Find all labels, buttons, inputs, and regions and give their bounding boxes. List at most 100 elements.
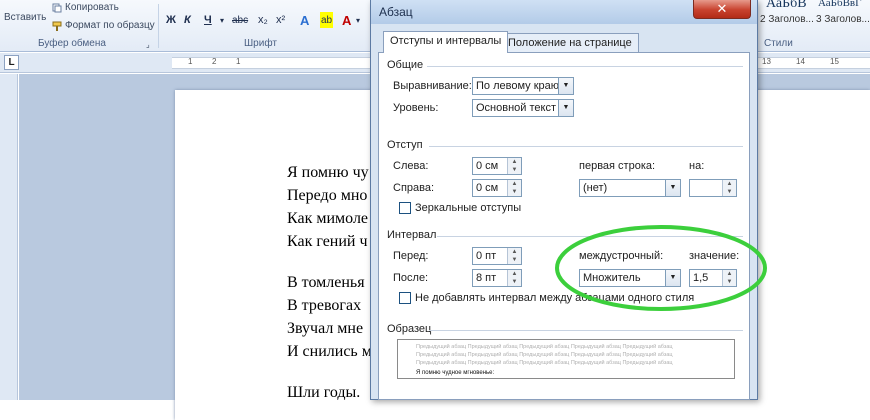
- spin-down-icon[interactable]: ▼: [722, 278, 736, 286]
- spin-down-icon[interactable]: ▼: [507, 188, 521, 196]
- spin-down-icon[interactable]: ▼: [507, 256, 521, 264]
- spacing-after-spinner[interactable]: 8 пт ▲ ▼: [472, 269, 522, 287]
- underline-button[interactable]: Ч: [204, 12, 212, 28]
- dialog-titlebar[interactable]: Абзац ✕: [371, 0, 757, 24]
- dropdown-arrow-icon[interactable]: ▼: [665, 270, 680, 286]
- preview-previous-text: Предыдущий абзац Предыдущий абзац Предыд…: [416, 344, 673, 350]
- spin-up-icon[interactable]: ▲: [722, 180, 736, 188]
- checkbox-box[interactable]: [399, 292, 411, 304]
- indent-left-label: Слева:: [393, 160, 429, 172]
- document-line: Шли годы.: [287, 384, 361, 401]
- superscript-button[interactable]: x²: [276, 12, 285, 28]
- preview-previous-text: Предыдущий абзац Предыдущий абзац Предыд…: [416, 360, 673, 366]
- tab-line-page-breaks[interactable]: Положение на странице: [501, 33, 639, 53]
- styles-group: АаБбВ АаБбВвГ 2 Заголов... 3 Заголов... …: [758, 0, 870, 52]
- spin-up-icon[interactable]: ▲: [507, 248, 521, 256]
- alignment-value: По левому краю: [476, 80, 559, 92]
- close-button[interactable]: ✕: [693, 0, 751, 19]
- tab-selector-button[interactable]: L: [4, 55, 19, 70]
- ruler-number: 1: [236, 57, 241, 66]
- text-effects-button[interactable]: A: [300, 12, 309, 28]
- strikethrough-button[interactable]: abc: [232, 12, 248, 28]
- spin-down-icon[interactable]: ▼: [507, 166, 521, 174]
- spin-up-icon[interactable]: ▲: [722, 270, 736, 278]
- outline-level-value: Основной текст: [476, 102, 556, 114]
- spacing-before-value: 0 пт: [476, 250, 497, 262]
- document-line: Передо мно: [287, 187, 368, 204]
- document-line: Как гений ч: [287, 233, 368, 250]
- spin-up-icon[interactable]: ▲: [507, 158, 521, 166]
- copy-label: Копировать: [65, 2, 119, 13]
- style-preview-heading-3[interactable]: АаБбВвГ: [818, 0, 861, 9]
- spin-up-icon[interactable]: ▲: [507, 270, 521, 278]
- first-line-value: (нет): [583, 182, 608, 194]
- ruler-number: 15: [830, 57, 839, 66]
- format-painter-label: Формат по образцу: [65, 20, 155, 31]
- spacing-after-label: После:: [393, 272, 429, 284]
- indent-left-spinner[interactable]: 0 см ▲ ▼: [472, 157, 522, 175]
- preview-sample-text: Я помню чудное мгновенье:: [416, 370, 495, 376]
- dropdown-icon[interactable]: ▾: [220, 12, 224, 28]
- line-spacing-label: междустрочный:: [579, 250, 664, 262]
- document-line: Звучал мне: [287, 320, 364, 337]
- style-preview-heading-2[interactable]: АаБбВ: [766, 0, 807, 12]
- alignment-select[interactable]: По левому краю ▼: [472, 77, 574, 95]
- dropdown-arrow-icon[interactable]: ▼: [558, 100, 573, 116]
- tab-indents-spacing[interactable]: Отступы и интервалы: [383, 31, 509, 53]
- close-icon: ✕: [716, 1, 728, 16]
- style-name-heading-2: 2 Заголов...: [760, 14, 814, 25]
- mirror-indents-label: Зеркальные отступы: [415, 202, 522, 214]
- font-color-button[interactable]: A: [342, 12, 351, 28]
- dropdown-icon[interactable]: ▾: [356, 12, 360, 28]
- section-divider: [427, 66, 743, 67]
- spin-down-icon[interactable]: ▼: [722, 188, 736, 196]
- indent-right-spinner[interactable]: 0 см ▲ ▼: [472, 179, 522, 197]
- dialog-launcher-icon[interactable]: ⌟: [146, 40, 150, 49]
- subscript-button[interactable]: x₂: [258, 12, 268, 28]
- checkbox-box[interactable]: [399, 202, 411, 214]
- section-divider: [429, 330, 743, 331]
- mirror-indents-checkbox[interactable]: Зеркальные отступы: [399, 202, 521, 214]
- section-divider: [429, 146, 743, 147]
- dropdown-arrow-icon[interactable]: ▼: [665, 180, 680, 196]
- indent-by-spinner[interactable]: ▲ ▼: [689, 179, 737, 197]
- format-painter-button[interactable]: Формат по образцу: [52, 20, 155, 31]
- bold-button[interactable]: Ж: [166, 12, 176, 28]
- indent-by-label: на:: [689, 160, 705, 172]
- paste-button[interactable]: Вставить: [4, 12, 46, 23]
- indent-left-value: 0 см: [476, 160, 499, 172]
- document-line: Я помню чу: [287, 164, 369, 181]
- spin-down-icon[interactable]: ▼: [507, 278, 521, 286]
- format-painter-icon: [52, 21, 62, 31]
- line-spacing-value: Множитель: [583, 272, 641, 284]
- highlight-button[interactable]: ab: [320, 12, 334, 28]
- document-line: Как мимоле: [287, 210, 369, 227]
- clipboard-group: Вставить Копировать Формат по образцу Бу…: [0, 0, 158, 52]
- ruler-number: 14: [796, 57, 805, 66]
- section-spacing-title: Интервал: [387, 229, 437, 241]
- line-spacing-select[interactable]: Множитель ▼: [579, 269, 681, 287]
- dropdown-arrow-icon[interactable]: ▼: [558, 78, 573, 94]
- indent-right-value: 0 см: [476, 182, 499, 194]
- spacing-before-spinner[interactable]: 0 пт ▲ ▼: [472, 247, 522, 265]
- clipboard-group-label: Буфер обмена: [38, 38, 106, 49]
- outline-level-select[interactable]: Основной текст ▼: [472, 99, 574, 117]
- spin-up-icon[interactable]: ▲: [507, 180, 521, 188]
- section-preview-title: Образец: [387, 323, 432, 335]
- paragraph-preview: Предыдущий абзац Предыдущий абзац Предыд…: [397, 339, 735, 379]
- first-line-label: первая строка:: [579, 160, 656, 172]
- line-spacing-at-label: значение:: [689, 250, 740, 262]
- document-line: В томленья: [287, 274, 365, 291]
- ribbon-divider: [158, 4, 159, 48]
- copy-icon: [52, 3, 62, 12]
- first-line-select[interactable]: (нет) ▼: [579, 179, 681, 197]
- line-spacing-at-spinner[interactable]: 1,5 ▲ ▼: [689, 269, 737, 287]
- italic-button[interactable]: К: [184, 12, 191, 28]
- document-line: В тревогах: [287, 297, 362, 314]
- section-general-title: Общие: [387, 59, 424, 71]
- paste-label: Вставить: [4, 12, 47, 23]
- tab-panel: Общие Выравнивание: По левому краю ▼ Уро…: [378, 52, 750, 400]
- copy-button[interactable]: Копировать: [52, 2, 119, 13]
- no-space-same-style-checkbox[interactable]: Не добавлять интервал между абзацами одн…: [399, 292, 694, 304]
- font-group-label: Шрифт: [244, 38, 277, 49]
